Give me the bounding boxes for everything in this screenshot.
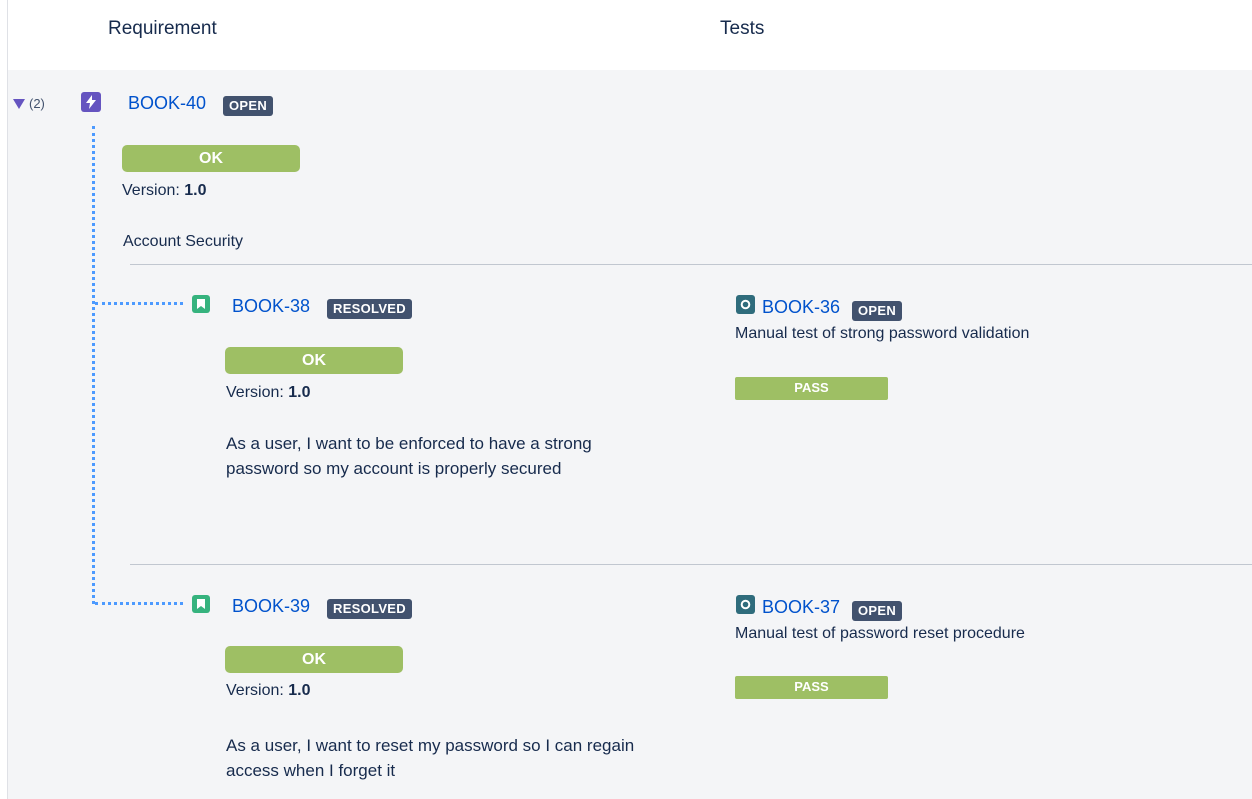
test-result-badge: PASS (735, 377, 888, 400)
status-badge-parent: OPEN (223, 96, 274, 116)
epic-icon (81, 92, 101, 112)
version-label: Version: (226, 682, 284, 699)
column-header-tests[interactable]: Tests (720, 18, 764, 40)
coverage-status-child: OK (225, 347, 403, 374)
tree-connector-vertical (92, 126, 95, 604)
status-badge-child: RESOLVED (327, 299, 412, 319)
test-summary: Manual test of password reset procedure (735, 625, 1025, 642)
tree-connector-branch (95, 602, 183, 605)
test-result-badge: PASS (735, 676, 888, 699)
version-value: 1.0 (184, 182, 207, 199)
table-header: Requirement Tests (8, 0, 1252, 70)
version-value: 1.0 (288, 384, 311, 401)
triangle-down-icon (13, 98, 25, 109)
status-badge-child: RESOLVED (327, 599, 412, 619)
version-label: Version: (122, 182, 180, 199)
version-child: Version: 1.0 (226, 384, 311, 402)
test-link[interactable]: BOOK-36 (762, 297, 840, 318)
issue-link-child[interactable]: BOOK-38 (232, 296, 310, 317)
story-icon (192, 595, 210, 613)
test-icon (736, 295, 755, 314)
test-icon (736, 595, 755, 614)
child-count: (2) (29, 96, 45, 111)
test-link[interactable]: BOOK-37 (762, 597, 840, 618)
story-icon (192, 295, 210, 313)
issue-link-child[interactable]: BOOK-39 (232, 596, 310, 617)
test-summary: Manual test of strong password validatio… (735, 325, 1030, 342)
parent-summary: Account Security (123, 233, 244, 250)
column-header-requirement[interactable]: Requirement (108, 18, 217, 40)
child-description: As a user, I want to be enforced to have… (226, 434, 592, 478)
tree-connector-branch (95, 302, 183, 305)
version-label: Version: (226, 384, 284, 401)
version-value: 1.0 (288, 682, 311, 699)
version-parent: Version: 1.0 (122, 182, 207, 200)
issue-link-parent[interactable]: BOOK-40 (128, 93, 206, 114)
status-badge-test: OPEN (852, 601, 903, 621)
row-separator (130, 264, 1252, 265)
version-child: Version: 1.0 (226, 682, 311, 700)
status-badge-test: OPEN (852, 301, 903, 321)
coverage-status-child: OK (225, 646, 403, 673)
child-description: As a user, I want to reset my password s… (226, 736, 635, 780)
row-separator (130, 564, 1252, 565)
coverage-status-parent: OK (122, 145, 300, 172)
expand-toggle[interactable]: (2) (13, 96, 45, 111)
